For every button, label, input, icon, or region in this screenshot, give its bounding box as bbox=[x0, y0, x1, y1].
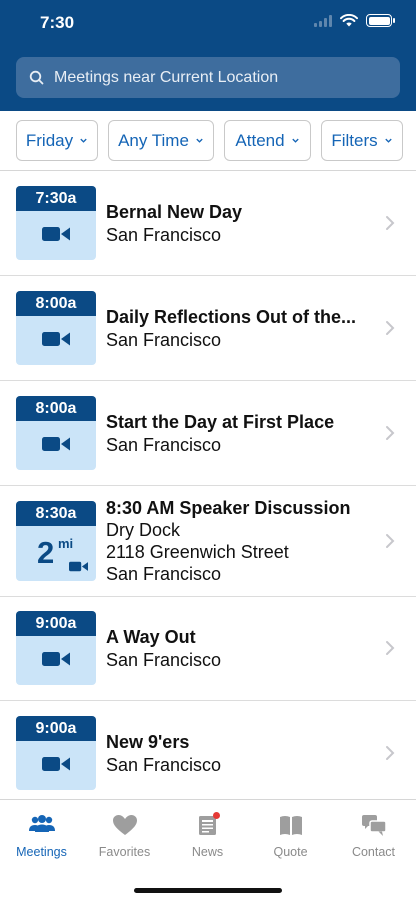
cellular-signal-icon bbox=[314, 14, 332, 27]
chat-bubbles-icon bbox=[361, 815, 387, 836]
time-filter-label: Any Time bbox=[118, 130, 189, 150]
meeting-title: Daily Reflections Out of the... bbox=[106, 307, 357, 327]
video-camera-icon bbox=[42, 227, 70, 241]
time-filter-button[interactable]: Any Time bbox=[108, 120, 214, 161]
status-icons bbox=[314, 14, 395, 27]
meeting-location: San Francisco bbox=[106, 564, 222, 584]
tab-contact[interactable]: Contact bbox=[332, 812, 415, 859]
meeting-row[interactable]: 8:00a Daily Reflections Out of the... Sa… bbox=[0, 276, 416, 381]
meeting-location: San Francisco bbox=[106, 435, 222, 455]
book-icon bbox=[279, 816, 302, 835]
meeting-time: 9:00a bbox=[16, 716, 96, 741]
search-icon bbox=[29, 70, 44, 84]
meeting-row[interactable]: 7:30a Bernal New Day San Francisco bbox=[0, 172, 416, 276]
battery-icon bbox=[366, 14, 395, 27]
chevron-right-icon bbox=[386, 216, 395, 230]
meeting-row[interactable]: 8:00a Start the Day at First Place San F… bbox=[0, 381, 416, 486]
meeting-location-name: Dry Dock bbox=[106, 520, 181, 540]
meeting-address: 2118 Greenwich Street bbox=[106, 542, 289, 562]
meeting-location: San Francisco bbox=[106, 225, 222, 245]
chevron-down-icon bbox=[384, 138, 392, 143]
meeting-title: A Way Out bbox=[106, 627, 196, 647]
video-camera-icon bbox=[42, 437, 70, 451]
more-filters-label: Filters bbox=[331, 130, 378, 150]
meeting-time-badge: 8:30a 2 mi bbox=[16, 501, 96, 581]
heart-icon bbox=[112, 815, 137, 835]
meeting-time: 7:30a bbox=[16, 186, 96, 211]
meeting-distance: 2 bbox=[37, 535, 55, 570]
newspaper-icon bbox=[198, 812, 220, 835]
meeting-distance-unit: mi bbox=[58, 536, 74, 551]
video-camera-icon bbox=[42, 332, 70, 346]
meeting-row[interactable]: 9:00a New 9'ers San Francisco bbox=[0, 701, 416, 799]
tab-favorites-label: Favorites bbox=[98, 845, 151, 859]
meeting-title: 8:30 AM Speaker Discussion bbox=[106, 498, 351, 518]
day-filter-label: Friday bbox=[25, 130, 74, 150]
chevron-down-icon bbox=[196, 138, 203, 143]
tab-quote-label: Quote bbox=[273, 845, 308, 859]
meeting-time-badge: 8:00a bbox=[16, 291, 96, 365]
meeting-time: 8:00a bbox=[16, 396, 96, 421]
tab-meetings[interactable]: Meetings bbox=[0, 812, 83, 859]
meeting-time-badge: 7:30a bbox=[16, 186, 96, 260]
status-time: 7:30 bbox=[40, 13, 75, 32]
search-placeholder: Meetings near Current Location bbox=[54, 68, 279, 86]
chevron-right-icon bbox=[386, 746, 395, 760]
video-camera-icon bbox=[42, 757, 70, 771]
attend-filter-label: Attend bbox=[235, 130, 285, 150]
tab-news-label: News bbox=[191, 845, 224, 859]
people-icon bbox=[28, 815, 55, 832]
day-filter-button[interactable]: Friday bbox=[16, 120, 98, 161]
meeting-time: 8:30a bbox=[16, 501, 96, 526]
filter-bar: Friday Any Time Attend Filters bbox=[0, 111, 416, 171]
meeting-row[interactable]: 9:00a A Way Out San Francisco bbox=[0, 597, 416, 701]
app-header: 7:30 Meetings near Current Location bbox=[0, 0, 416, 111]
meeting-title: New 9'ers bbox=[106, 732, 190, 752]
tab-quote[interactable]: Quote bbox=[249, 812, 332, 859]
meeting-row[interactable]: 8:30a 2 mi 8:30 AM Speaker Discussion Dr… bbox=[0, 486, 416, 597]
meeting-time-badge: 9:00a bbox=[16, 716, 96, 790]
tab-meetings-label: Meetings bbox=[16, 845, 67, 859]
notification-dot bbox=[212, 812, 220, 819]
wifi-icon bbox=[340, 14, 358, 27]
tab-contact-label: Contact bbox=[351, 845, 396, 859]
meeting-title: Bernal New Day bbox=[106, 202, 243, 222]
chevron-down-icon bbox=[291, 138, 299, 143]
meeting-time: 8:00a bbox=[16, 291, 96, 316]
status-bar: 7:30 bbox=[0, 0, 416, 46]
meeting-time-badge: 8:00a bbox=[16, 396, 96, 470]
meeting-title: Start the Day at First Place bbox=[106, 412, 335, 432]
video-camera-icon bbox=[42, 652, 70, 666]
meeting-time-badge: 9:00a bbox=[16, 611, 96, 685]
video-camera-icon bbox=[69, 561, 88, 572]
chevron-right-icon bbox=[386, 641, 395, 655]
tab-news[interactable]: News bbox=[166, 812, 249, 859]
more-filters-button[interactable]: Filters bbox=[321, 120, 403, 161]
attend-filter-button[interactable]: Attend bbox=[224, 120, 311, 161]
meeting-location: San Francisco bbox=[106, 650, 222, 670]
home-indicator bbox=[134, 888, 282, 893]
chevron-right-icon bbox=[386, 426, 395, 440]
meeting-location: San Francisco bbox=[106, 330, 222, 350]
chevron-down-icon bbox=[80, 138, 87, 143]
chevron-right-icon bbox=[386, 321, 395, 335]
meeting-location: San Francisco bbox=[106, 755, 222, 775]
tab-bar: Meetings Favorites News Quote Contact bbox=[0, 799, 416, 900]
meeting-time: 9:00a bbox=[16, 611, 96, 636]
chevron-right-icon bbox=[386, 534, 395, 548]
search-input[interactable]: Meetings near Current Location bbox=[16, 57, 400, 98]
tab-favorites[interactable]: Favorites bbox=[83, 812, 166, 859]
